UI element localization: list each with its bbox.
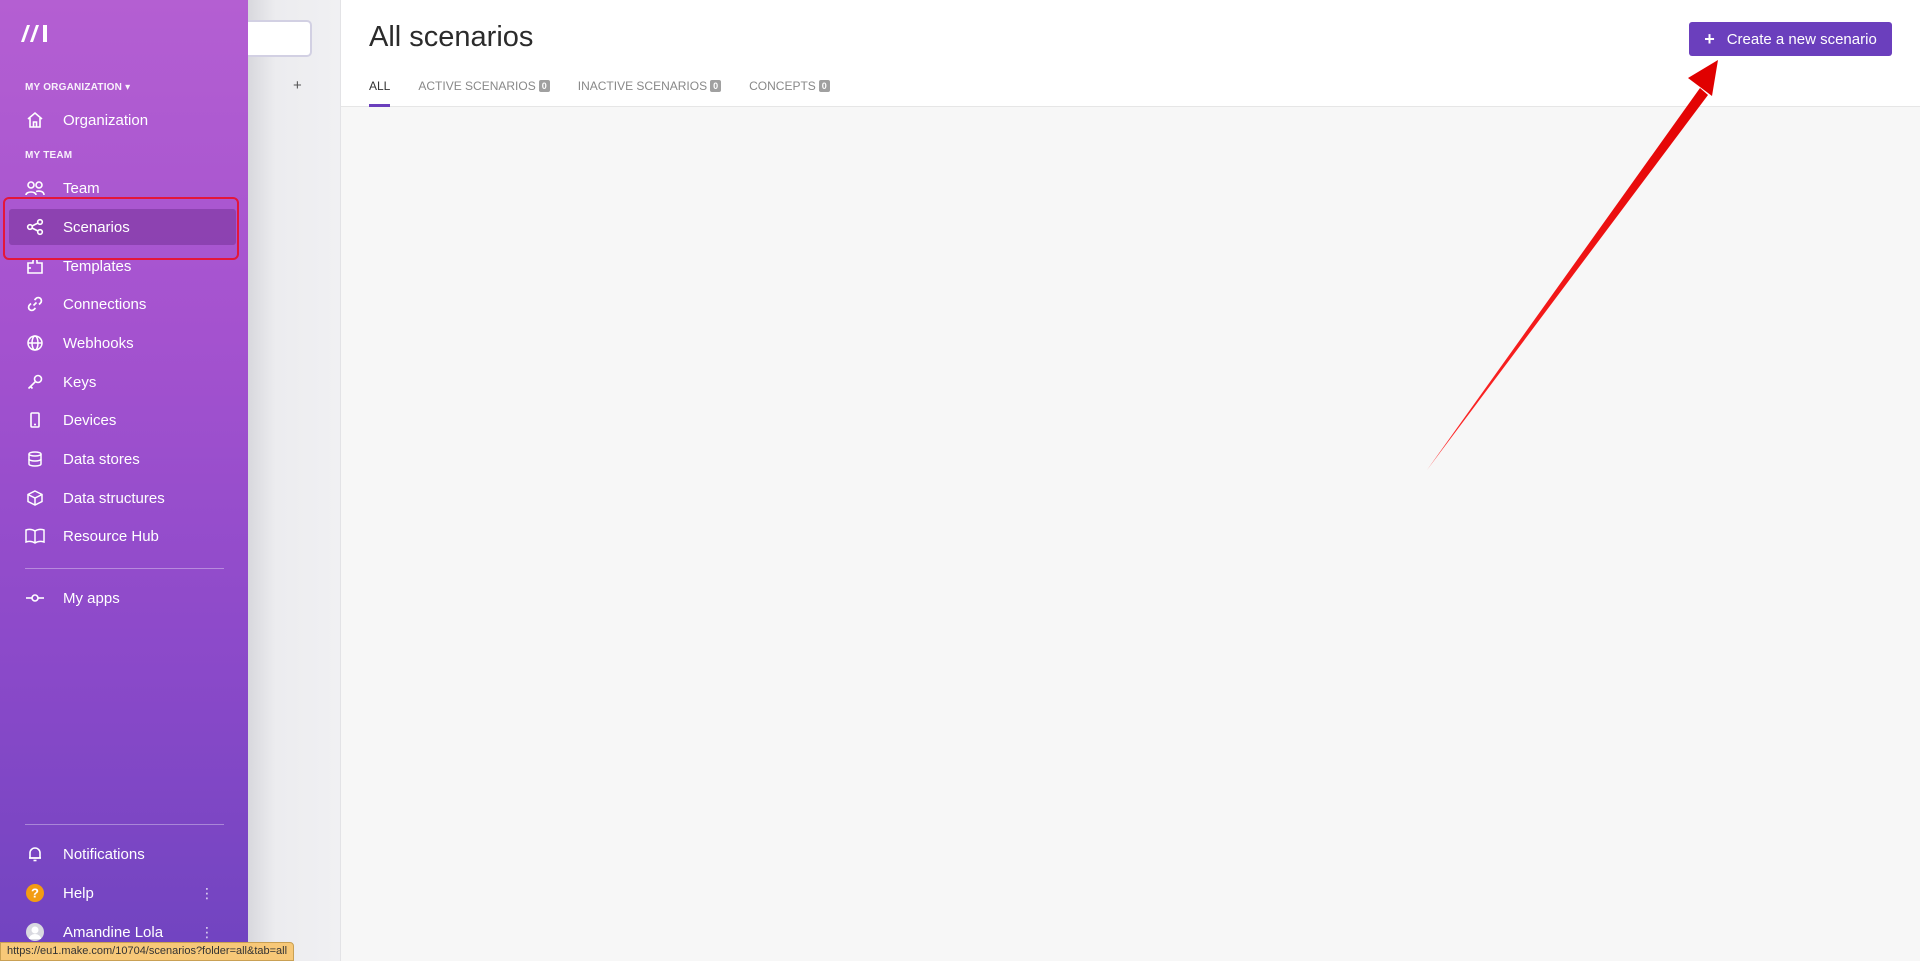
folder-search-input[interactable]	[248, 20, 312, 57]
page-title: All scenarios	[369, 21, 534, 53]
globe-icon	[25, 333, 45, 353]
sidebar-item-team[interactable]: Team	[9, 170, 236, 206]
sidebar-item-scenarios[interactable]: Scenarios	[9, 209, 236, 245]
link-icon	[25, 294, 45, 314]
sidebar-item-label: Connections	[63, 295, 147, 313]
commit-icon	[25, 588, 45, 608]
sidebar-item-label: Data structures	[63, 489, 165, 507]
tab-count-badge: 0	[818, 80, 830, 92]
sidebar-item-help[interactable]: ? Help ⋮	[9, 875, 236, 911]
sidebar-item-label: Notifications	[63, 845, 145, 863]
tab-inactive-scenarios[interactable]: INACTIVE SCENARIOS 0	[577, 79, 722, 107]
sidebar-item-devices[interactable]: Devices	[9, 402, 236, 438]
user-more-icon[interactable]: ⋮	[200, 925, 214, 939]
sidebar-item-label: My apps	[63, 589, 120, 607]
sidebar-item-label: Data stores	[63, 450, 140, 468]
users-icon	[25, 178, 45, 198]
tab-count-badge: 0	[710, 80, 722, 92]
sidebar-item-my-apps[interactable]: My apps	[9, 580, 236, 616]
organization-dropdown[interactable]: MY ORGANIZATION ▾	[25, 82, 130, 93]
sidebar-item-keys[interactable]: Keys	[9, 364, 236, 400]
sidebar-item-label: Amandine Lola	[63, 923, 164, 941]
tab-label: ACTIVE SCENARIOS	[418, 79, 536, 93]
sidebar-item-data-structures[interactable]: Data structures	[9, 480, 236, 516]
tab-active-scenarios[interactable]: ACTIVE SCENARIOS 0	[418, 79, 550, 107]
sidebar: MY ORGANIZATION ▾ Organization MY TEAM T…	[0, 0, 248, 961]
plus-icon: +	[1704, 29, 1715, 49]
sidebar-item-label: Devices	[63, 411, 117, 429]
sidebar-item-label: Scenarios	[63, 218, 130, 236]
sidebar-item-webhooks[interactable]: Webhooks	[9, 325, 236, 361]
sidebar-item-label: Organization	[63, 111, 149, 129]
folder-panel: +	[248, 0, 341, 961]
add-folder-button[interactable]: +	[293, 77, 302, 94]
sidebar-divider	[25, 824, 224, 825]
tab-label: INACTIVE SCENARIOS	[577, 79, 708, 93]
tab-label: CONCEPTS	[749, 79, 816, 93]
scenario-tabs: ALL ACTIVE SCENARIOS 0 INACTIVE SCENARIO…	[369, 79, 830, 107]
help-icon: ?	[25, 883, 45, 903]
sidebar-item-notifications[interactable]: Notifications	[9, 836, 236, 872]
team-section-label: MY TEAM	[25, 150, 73, 161]
sidebar-item-label: Team	[63, 179, 100, 197]
tab-label: ALL	[369, 79, 391, 93]
tab-count-badge: 0	[538, 80, 550, 92]
bell-icon	[25, 844, 45, 864]
main-header: All scenarios + Create a new scenario AL…	[341, 0, 1920, 107]
sidebar-item-organization[interactable]: Organization	[9, 102, 236, 138]
avatar-icon	[25, 922, 45, 942]
puzzle-icon	[25, 256, 45, 276]
key-icon	[25, 372, 45, 392]
create-scenario-label: Create a new scenario	[1726, 30, 1877, 48]
sidebar-divider	[25, 568, 224, 569]
help-more-icon[interactable]: ⋮	[200, 886, 214, 900]
tab-all[interactable]: ALL	[369, 79, 391, 107]
svg-text:?: ?	[31, 886, 39, 901]
home-icon	[25, 110, 45, 130]
sidebar-item-data-stores[interactable]: Data stores	[9, 441, 236, 477]
sidebar-item-connections[interactable]: Connections	[9, 286, 236, 322]
database-icon	[25, 449, 45, 469]
sidebar-item-label: Webhooks	[63, 334, 134, 352]
tab-concepts[interactable]: CONCEPTS 0	[749, 79, 830, 107]
phone-icon	[25, 410, 45, 430]
make-logo-icon[interactable]	[19, 22, 53, 44]
share-icon	[25, 217, 45, 237]
cube-icon	[25, 488, 45, 508]
scenario-list-area	[341, 108, 1920, 961]
browser-status-url: https://eu1.make.com/10704/scenarios?fol…	[0, 942, 295, 961]
book-icon	[25, 526, 45, 546]
create-scenario-button[interactable]: + Create a new scenario	[1689, 22, 1892, 56]
sidebar-item-resource-hub[interactable]: Resource Hub	[9, 518, 236, 554]
sidebar-item-label: Keys	[63, 373, 97, 391]
org-section-label: MY ORGANIZATION	[25, 82, 123, 93]
sidebar-item-label: Templates	[63, 257, 132, 275]
caret-down-icon: ▾	[125, 82, 131, 93]
sidebar-item-templates[interactable]: Templates	[9, 248, 236, 284]
sidebar-item-label: Help	[63, 884, 94, 902]
sidebar-item-label: Resource Hub	[63, 527, 159, 545]
